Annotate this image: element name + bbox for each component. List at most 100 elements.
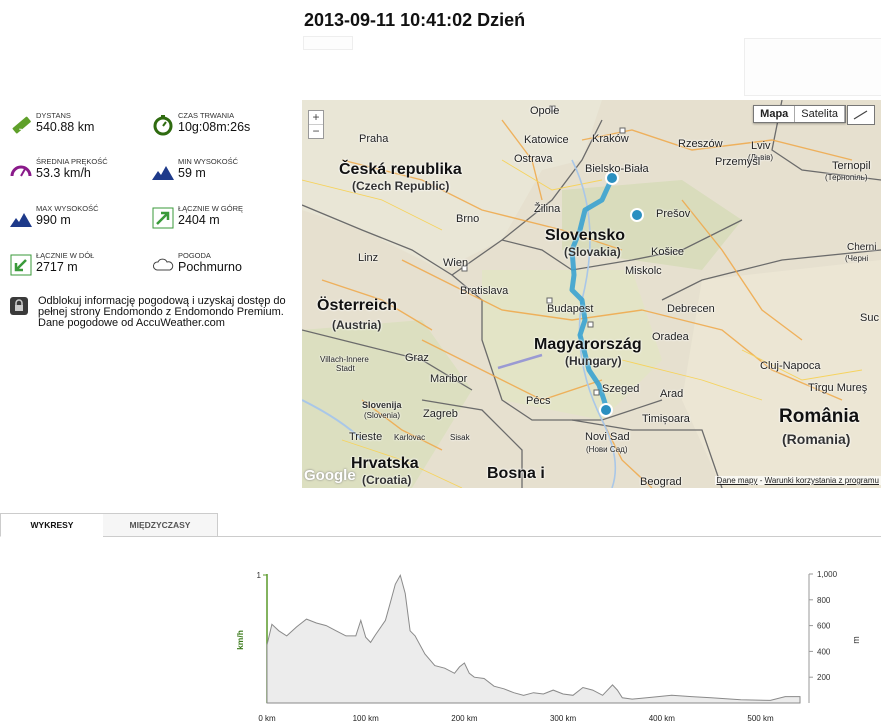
map-label: Bielsko-Biała — [585, 163, 649, 175]
map-label: Miskolc — [625, 265, 662, 277]
map-label: Zagreb — [423, 408, 458, 420]
map-type-control[interactable]: Mapa Satelita — [753, 105, 846, 123]
stat-value: 2404 m — [178, 213, 220, 227]
map-label: Szeged — [602, 383, 640, 395]
google-logo[interactable]: Google — [304, 467, 356, 484]
map-label: Przemyśl — [715, 156, 761, 168]
map-label: Opole — [530, 105, 560, 117]
map-label: (Czech Republic) — [352, 179, 450, 193]
map-label: Katowice — [524, 134, 569, 146]
route-map[interactable]: + − Mapa Satelita Opole Katowice Kraków … — [302, 100, 881, 488]
map-label: Beograd — [640, 476, 682, 488]
map-label: Bratislava — [460, 285, 509, 297]
map-zoom-control[interactable]: + − — [308, 110, 324, 139]
x-tick: 0 km — [258, 714, 276, 723]
stat-total-up: ŁĄCZNIE W GÓRĘ 2404 m — [152, 204, 243, 229]
map-label: Budapest — [547, 303, 594, 315]
map-label: (Austria) — [332, 318, 382, 332]
faded-control — [744, 38, 881, 96]
arrow-up-right-icon — [152, 207, 174, 229]
map-label: Rzeszów — [678, 138, 723, 150]
speedometer-icon — [10, 165, 32, 177]
zoom-in-button[interactable]: + — [309, 111, 323, 124]
page-title: 2013-09-11 10:41:02 Dzień — [304, 10, 526, 30]
map-label: Graz — [405, 352, 429, 364]
map-label: România — [779, 406, 860, 427]
map-attribution: Dane mapy - Warunki korzystania z progra… — [714, 476, 881, 485]
x-tick: 500 km — [747, 714, 774, 723]
map-label: Linz — [358, 252, 379, 264]
arrow-down-left-icon — [10, 254, 32, 276]
map-label: Novi Sad — [585, 431, 630, 443]
stat-value: 540.88 km — [36, 120, 95, 134]
map-label: Česká republika — [339, 161, 462, 178]
cloud-icon — [153, 258, 174, 271]
map-label: Slovensko — [545, 227, 626, 244]
map-label: Žilina — [534, 203, 561, 215]
terms-link[interactable]: Warunki korzystania z programu — [765, 476, 879, 485]
stat-label: ŚREDNIA PRĘKOŚĆ — [36, 157, 108, 166]
stat-total-down: ŁĄCZNIE W DÓŁ 2717 m — [10, 251, 94, 276]
map-label: Kraków — [592, 133, 629, 145]
elevation-area — [266, 573, 801, 704]
y-left-label: km/h — [235, 630, 245, 650]
premium-notice-text[interactable]: Odblokuj informację pogodową i uzyskaj d… — [38, 296, 290, 318]
attribution-separator: - — [757, 476, 765, 485]
ruler-icon — [12, 116, 31, 134]
map-label: (Нови Сад) — [586, 445, 628, 454]
map-data-link[interactable]: Dane mapy — [717, 476, 758, 485]
map-label: (Croatia) — [362, 473, 412, 487]
map-label: Timișoara — [642, 413, 690, 425]
mountain-icon — [10, 213, 32, 227]
stopwatch-icon — [153, 115, 173, 136]
map-label: Pécs — [526, 395, 551, 407]
fullscreen-button[interactable] — [847, 105, 875, 125]
map-label: Suc — [860, 312, 879, 324]
tab-charts[interactable]: WYKRESY — [0, 513, 104, 537]
map-label: Trieste — [349, 431, 383, 443]
map-label: (Hungary) — [565, 354, 622, 368]
stat-min-altitude: MIN WYSOKOŚĆ 59 m — [152, 157, 238, 182]
weather-source-text: Dane pogodowe od AccuWeather.com — [38, 317, 225, 329]
stat-label: POGODA — [178, 251, 211, 260]
stat-label: DYSTANS — [36, 111, 71, 120]
premium-notice: Odblokuj informację pogodową i uzyskaj d… — [10, 296, 290, 329]
y-left-tick: 1 — [257, 571, 262, 580]
stat-value: 2717 m — [36, 260, 78, 274]
map-label: Debrecen — [667, 303, 715, 315]
map-label: Praha — [359, 133, 389, 145]
map-base-layer — [302, 100, 881, 488]
map-type-map-button[interactable]: Mapa — [754, 106, 796, 122]
map-label: Arad — [660, 388, 684, 400]
map-label: Lviv — [751, 140, 771, 152]
stat-label: MIN WYSOKOŚĆ — [178, 157, 239, 166]
map-label: Bosna i — [487, 465, 545, 482]
y-right-label: m — [851, 636, 861, 644]
map-label: Karlovac — [394, 433, 426, 442]
premium-lock-icon — [10, 297, 28, 315]
map-label: Stadt — [336, 364, 355, 373]
map-label: Maribor — [430, 373, 468, 385]
y-right-tick: 200 — [817, 673, 831, 682]
stat-label: ŁĄCZNIE W GÓRĘ — [178, 204, 244, 213]
map-label: (Romania) — [782, 431, 851, 447]
stat-distance: DYSTANS 540.88 km — [10, 111, 94, 136]
mountain-icon — [152, 166, 174, 180]
map-label: Sisak — [450, 433, 470, 442]
map-label: Košice — [651, 246, 685, 258]
map-label: Cherni — [847, 242, 877, 253]
stat-label: ŁĄCZNIE W DÓŁ — [36, 251, 95, 260]
map-type-satellite-button[interactable]: Satelita — [795, 106, 845, 122]
tab-bar: WYKRESY MIĘDZYCZASY — [0, 513, 881, 537]
stat-value: 10g:08m:26s — [178, 120, 251, 134]
map-label: (Slovenia) — [364, 411, 401, 420]
zoom-out-button[interactable]: − — [309, 124, 323, 138]
y-right-tick: 400 — [817, 647, 831, 656]
stat-avg-speed: ŚREDNIA PRĘKOŚĆ 53.3 km/h — [10, 157, 108, 182]
stat-value: Pochmurno — [178, 260, 242, 274]
map-label: Slovenija — [362, 400, 402, 410]
x-tick: 300 km — [550, 714, 577, 723]
elevation-chart[interactable]: 1 km/h m 1,000 800 600 400 200 0 km 100 km 200 … — [0, 537, 881, 728]
tab-laps[interactable]: MIĘDZYCZASY — [103, 513, 218, 537]
stat-label: MAX WYSOKOŚĆ — [36, 204, 99, 213]
